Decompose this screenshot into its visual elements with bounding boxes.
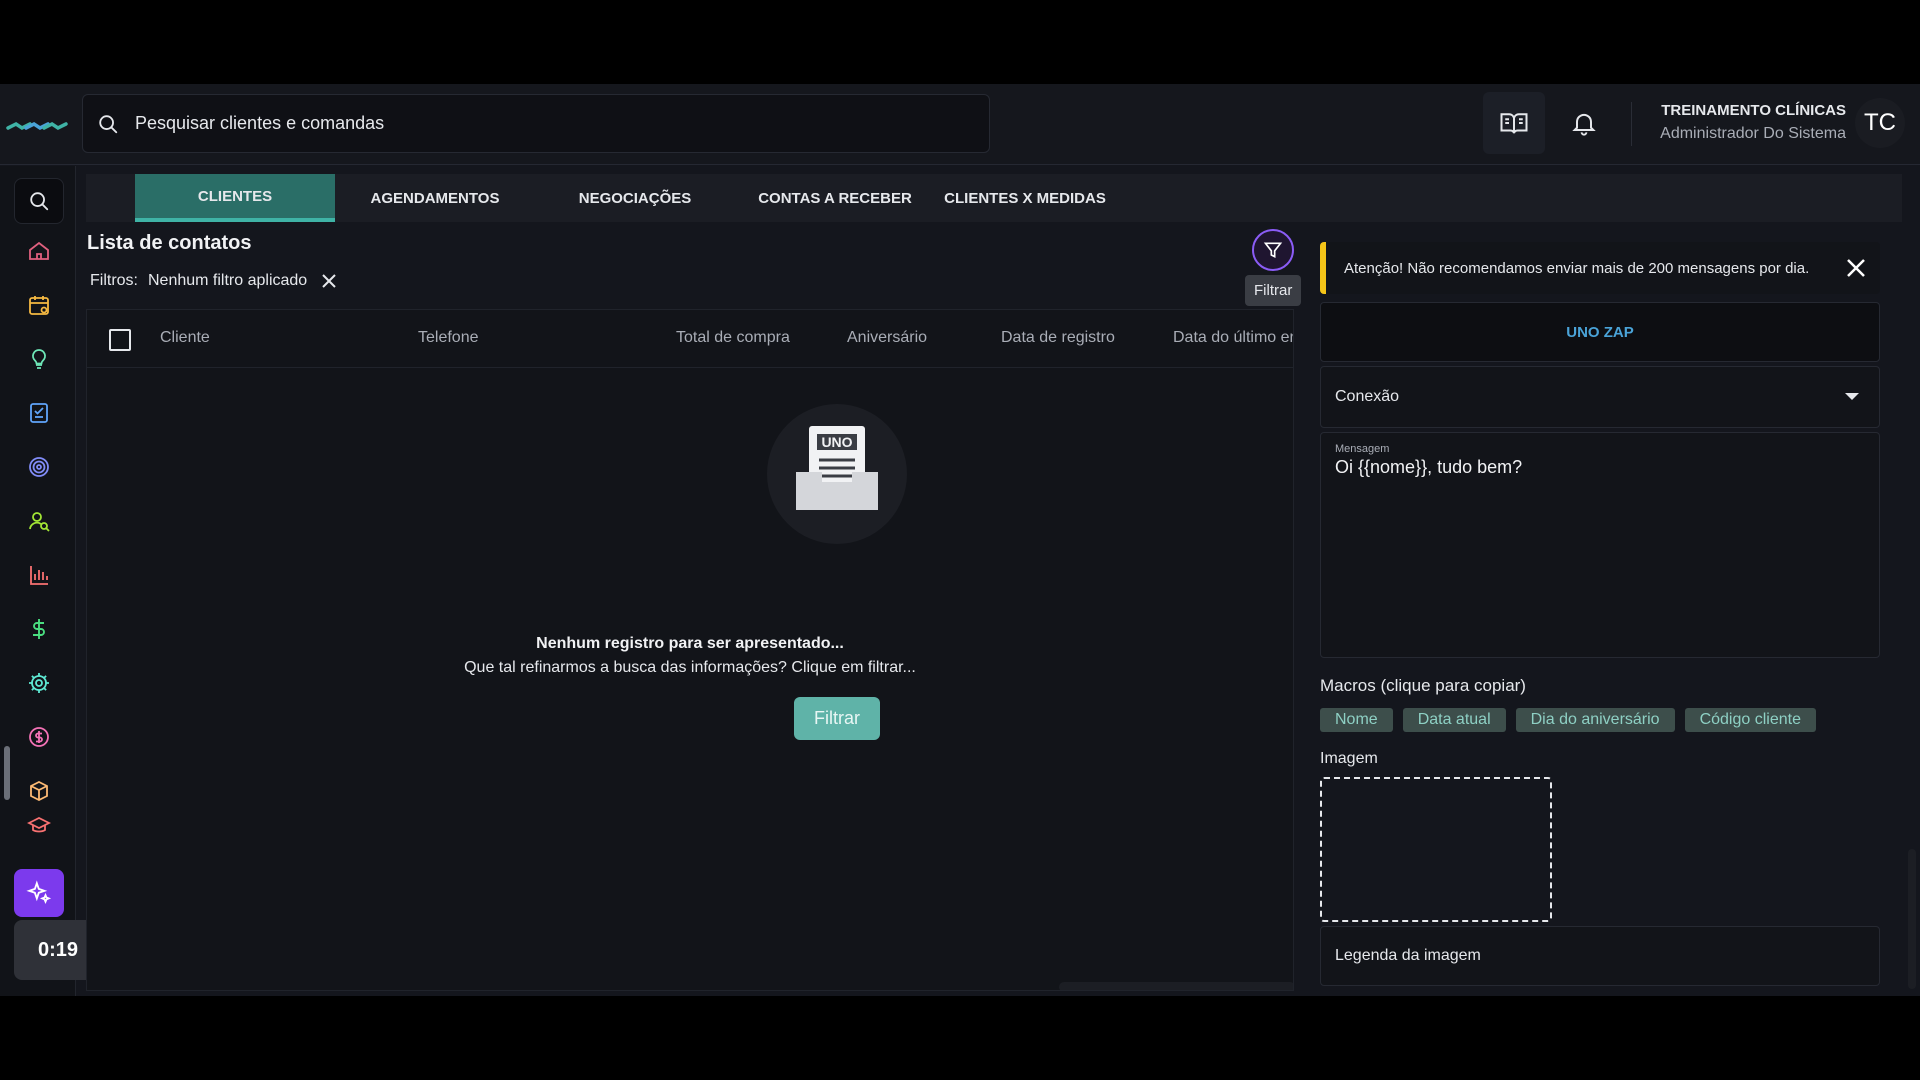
tab-negociacoes[interactable]: NEGOCIAÇÕES: [535, 174, 735, 222]
column-header-total-compra[interactable]: Total de compra: [676, 329, 790, 347]
macro-chips: Nome Data atual Dia do aniversário Códig…: [1320, 708, 1816, 732]
global-search[interactable]: [82, 94, 990, 153]
tab-clientes-x-medidas[interactable]: CLIENTES X MEDIDAS: [935, 174, 1115, 222]
column-header-aniversario[interactable]: Aniversário: [847, 329, 927, 347]
connection-label: Conexão: [1335, 388, 1400, 405]
top-header: TREINAMENTO CLÍNICAS Administrador Do Si…: [0, 84, 1920, 165]
app-screen: TREINAMENTO CLÍNICAS Administrador Do Si…: [0, 84, 1920, 996]
search-icon: [30, 192, 49, 211]
macros-title: Macros (clique para copiar): [1320, 676, 1526, 695]
home-icon: [29, 241, 49, 260]
column-header-data-ultimo[interactable]: Data do último en: [1173, 329, 1293, 347]
gear-icon: [29, 673, 49, 693]
tab-agendamentos[interactable]: AGENDAMENTOS: [335, 174, 535, 222]
header-divider: [1631, 102, 1632, 146]
uno-zap-button[interactable]: UNO ZAP: [1320, 302, 1880, 362]
brand-logo[interactable]: [6, 114, 70, 136]
funnel-icon: [1263, 242, 1283, 259]
column-header-data-registro[interactable]: Data de registro: [1001, 329, 1115, 347]
sidebar-active-indicator: [4, 746, 10, 800]
column-header-telefone[interactable]: Telefone: [418, 329, 479, 347]
filters-value: Nenhum filtro aplicado: [148, 272, 308, 289]
macro-chip-data-atual[interactable]: Data atual: [1402, 708, 1506, 732]
empty-state-subtitle: Que tal refinarmos a busca das informaçõ…: [464, 659, 916, 676]
dollar-icon: [33, 619, 45, 639]
page-title: Lista de contatos: [87, 232, 252, 254]
filter-tooltip: Filtrar: [1245, 275, 1302, 306]
image-dropzone[interactable]: [1320, 777, 1552, 922]
select-all-checkbox[interactable]: [109, 329, 131, 351]
message-value[interactable]: Oi {{nome}}, tudo bem?: [1335, 457, 1522, 478]
macro-chip-nome[interactable]: Nome: [1320, 708, 1393, 732]
book-open-icon: [1500, 113, 1528, 134]
lightbulb-icon: [32, 349, 46, 369]
bar-chart-icon: [30, 566, 48, 585]
sidebar-item-finance[interactable]: [14, 606, 64, 652]
empty-state-illustration: UNO: [767, 404, 907, 544]
avatar[interactable]: TC: [1855, 98, 1905, 148]
empty-logo-text: UNO: [821, 434, 852, 450]
main-tabs: CLIENTES AGENDAMENTOS NEGOCIAÇÕES CONTAS…: [86, 174, 1902, 222]
filter-button[interactable]: [1252, 229, 1294, 271]
sidebar-item-education[interactable]: [14, 810, 64, 840]
sidebar-item-home[interactable]: [14, 228, 64, 274]
clear-filters-icon[interactable]: [321, 273, 337, 289]
sidebar-item-payments[interactable]: [14, 714, 64, 760]
contacts-table: Cliente Telefone Total de compra Anivers…: [86, 309, 1294, 991]
search-input[interactable]: [135, 113, 935, 134]
calendar-icon: [29, 296, 49, 315]
user-info[interactable]: TREINAMENTO CLÍNICAS Administrador Do Si…: [1660, 102, 1846, 143]
close-icon[interactable]: [1844, 256, 1868, 280]
filters-summary: Filtros: Nenhum filtro aplicado: [90, 272, 337, 290]
sidebar-item-ideas[interactable]: [14, 336, 64, 382]
message-label: Mensagem: [1335, 443, 1390, 455]
box-icon: [30, 780, 48, 802]
sidebar-item-inventory[interactable]: [14, 768, 64, 814]
macro-chip-dia-aniversario[interactable]: Dia do aniversário: [1515, 708, 1675, 732]
help-book-button[interactable]: [1483, 92, 1545, 154]
sidebar-item-reports[interactable]: [14, 552, 64, 598]
sidebar: [0, 166, 76, 996]
sidebar-item-settings[interactable]: [14, 660, 64, 706]
image-title: Imagem: [1320, 750, 1378, 767]
user-search-icon: [29, 512, 50, 532]
vertical-scrollbar[interactable]: [1908, 849, 1916, 989]
empty-state-title: Nenhum registro para ser apresentado...: [536, 635, 844, 652]
column-header-cliente[interactable]: Cliente: [160, 329, 210, 347]
search-icon: [99, 114, 118, 133]
target-icon: [29, 457, 49, 477]
sidebar-item-clients[interactable]: [14, 498, 64, 544]
warning-alert: Atenção! Não recomendamos enviar mais de…: [1320, 242, 1880, 294]
sparkles-icon: [26, 880, 52, 905]
macro-chip-codigo-cliente[interactable]: Código cliente: [1684, 708, 1816, 732]
connection-select[interactable]: Conexão: [1320, 366, 1880, 428]
notifications-button[interactable]: [1553, 92, 1615, 154]
empty-filter-button[interactable]: Filtrar: [794, 697, 880, 740]
sidebar-item-search[interactable]: [14, 178, 64, 224]
user-name: TREINAMENTO CLÍNICAS: [1661, 102, 1846, 119]
graduation-cap-icon: [27, 816, 51, 833]
tab-clientes[interactable]: CLIENTES: [135, 174, 335, 222]
sidebar-item-goals[interactable]: [14, 444, 64, 490]
alert-text: Atenção! Não recomendamos enviar mais de…: [1344, 259, 1810, 277]
tab-contas-a-receber[interactable]: CONTAS A RECEBER: [735, 174, 935, 222]
checklist-icon: [30, 403, 48, 423]
user-role: Administrador Do Sistema: [1660, 125, 1846, 142]
caption-input[interactable]: Legenda da imagem: [1320, 926, 1880, 986]
inbox-document-icon: UNO: [796, 426, 878, 510]
caret-down-icon: [1845, 393, 1859, 400]
table-header: Cliente Telefone Total de compra Anivers…: [87, 310, 1293, 368]
message-textarea[interactable]: Mensagem Oi {{nome}}, tudo bem?: [1320, 432, 1880, 658]
ai-assistant-button[interactable]: [14, 869, 64, 917]
sidebar-item-agenda[interactable]: [14, 282, 64, 328]
horizontal-scrollbar[interactable]: [1059, 982, 1293, 990]
bell-icon: [1572, 113, 1596, 136]
coin-icon: [29, 727, 49, 747]
sidebar-item-tasks[interactable]: [14, 390, 64, 436]
filters-label: Filtros:: [90, 272, 138, 289]
